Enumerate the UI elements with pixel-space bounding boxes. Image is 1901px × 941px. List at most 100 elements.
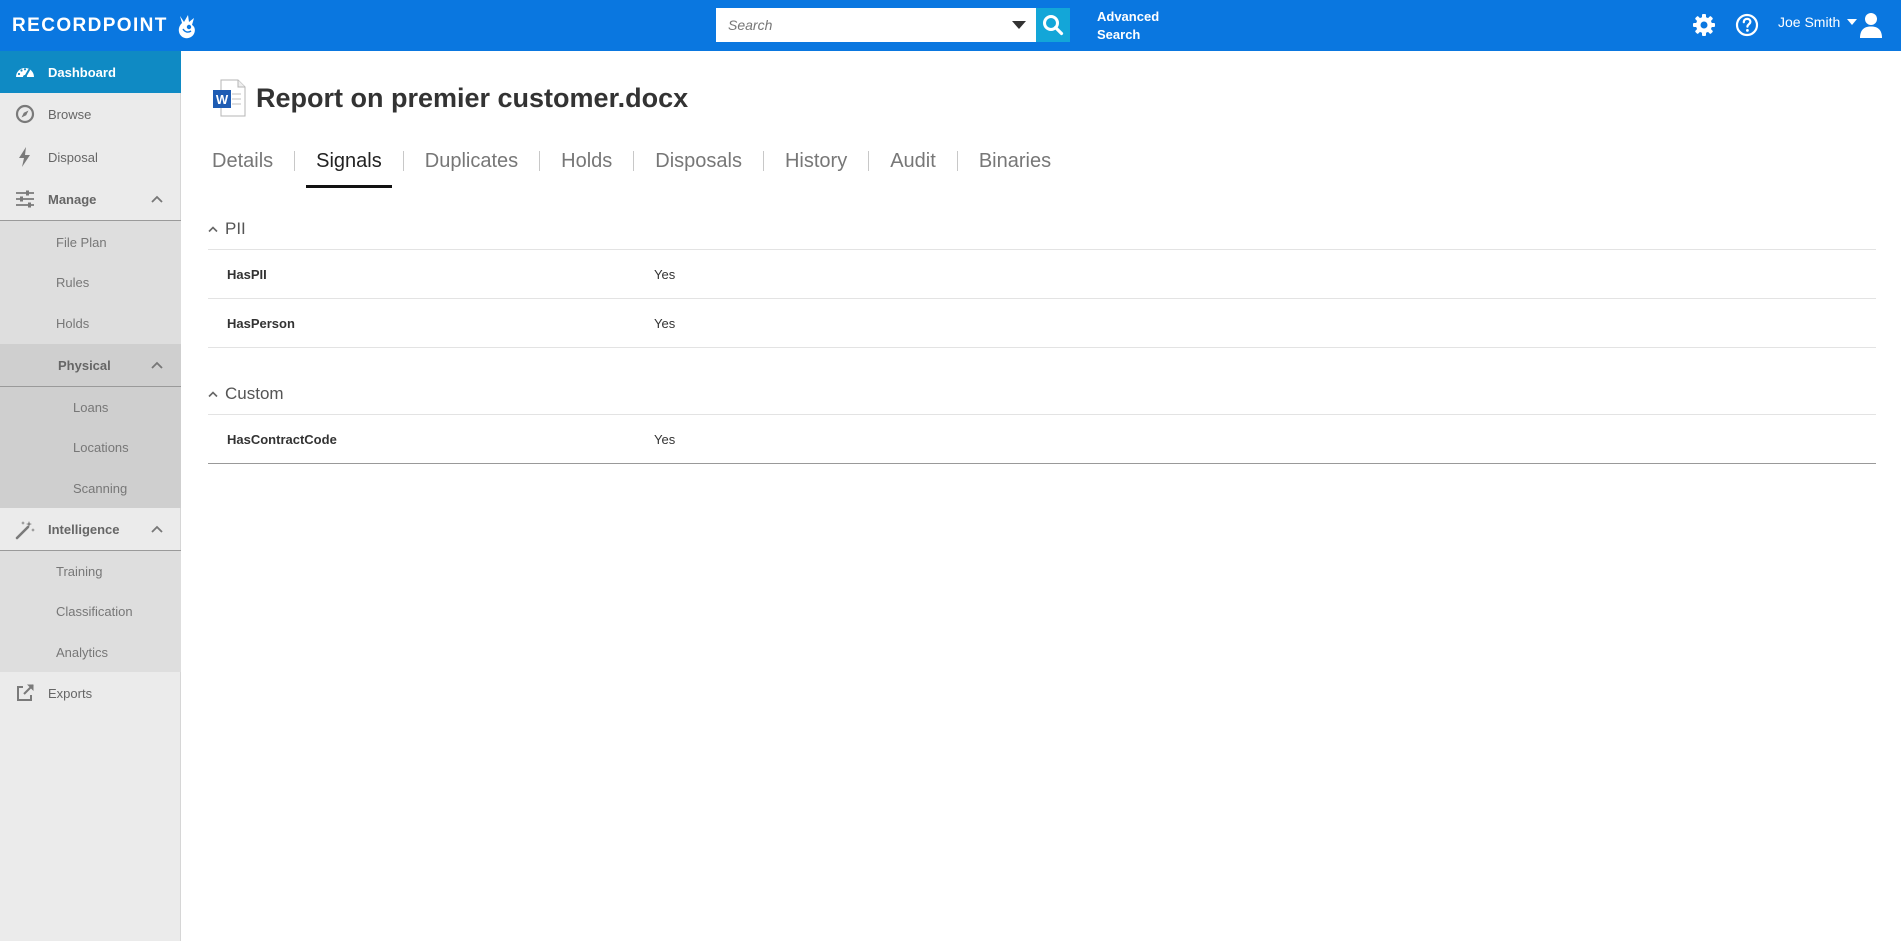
tab-binaries[interactable]: Binaries xyxy=(969,148,1061,188)
sidebar-item-label: Exports xyxy=(48,685,93,701)
tab-bar: Details Signals Duplicates Holds Disposa… xyxy=(202,148,1061,188)
dashboard-icon xyxy=(14,61,36,83)
logo[interactable]: RECORDPOINT xyxy=(12,12,200,40)
signal-value: Yes xyxy=(654,432,676,447)
tab-duplicates[interactable]: Duplicates xyxy=(415,148,528,188)
lightning-icon xyxy=(14,146,36,168)
advanced-search-line2: Search xyxy=(1097,27,1141,42)
tab-audit[interactable]: Audit xyxy=(880,148,946,188)
sidebar-item-label: Loans xyxy=(73,399,109,415)
signal-value: Yes xyxy=(654,316,676,331)
sidebar-item-label: Training xyxy=(56,563,103,579)
word-document-icon: W xyxy=(213,79,246,117)
section-header-custom[interactable]: Custom xyxy=(208,384,284,404)
logo-mascot-icon xyxy=(178,15,195,39)
sidebar-item-dashboard[interactable]: Dashboard xyxy=(0,51,181,93)
logo-text: RECORDPOINT xyxy=(12,15,168,36)
signal-name: HasContractCode xyxy=(227,432,337,447)
signal-row: HasPerson Yes xyxy=(208,299,1876,347)
divider xyxy=(208,463,1876,464)
section-title: PII xyxy=(225,219,246,238)
chevron-up-icon[interactable] xyxy=(151,194,163,204)
tab-separator xyxy=(868,151,870,171)
tab-separator xyxy=(762,151,764,171)
help-button[interactable] xyxy=(1734,12,1760,38)
sidebar-item-exports[interactable]: Exports xyxy=(0,672,181,714)
sidebar-item-loans[interactable]: Loans xyxy=(0,387,181,427)
signal-name: HasPerson xyxy=(227,316,295,331)
sidebar-item-scanning[interactable]: Scanning xyxy=(0,468,181,508)
advanced-search-link[interactable]: Advanced Search xyxy=(1097,8,1159,44)
search-box xyxy=(716,8,1036,42)
caret-down-icon xyxy=(1847,19,1858,25)
tab-separator xyxy=(956,151,958,171)
search-scope-dropdown[interactable] xyxy=(1006,8,1032,42)
compass-icon xyxy=(14,103,36,125)
sidebar: Dashboard Browse Disposal Manage File Pl… xyxy=(0,51,181,941)
sidebar-item-label: Holds xyxy=(56,315,90,331)
top-bar: RECORDPOINT Advanced Search xyxy=(0,0,1901,51)
caret-down-icon xyxy=(1012,20,1026,29)
chevron-up-icon[interactable] xyxy=(151,360,163,370)
sidebar-item-label: File Plan xyxy=(56,234,107,250)
sliders-icon xyxy=(14,188,36,210)
sidebar-item-label: Classification xyxy=(56,603,133,619)
sidebar-item-label: Browse xyxy=(48,106,92,122)
page-title: Report on premier customer.docx xyxy=(256,83,689,113)
chevron-up-icon xyxy=(208,391,218,398)
signal-row: HasPII Yes xyxy=(208,250,1876,298)
external-link-icon xyxy=(14,682,36,704)
doc-icon-letter: W xyxy=(216,92,229,107)
section-header-pii[interactable]: PII xyxy=(208,219,246,239)
sidebar-item-label: Disposal xyxy=(48,149,98,165)
settings-button[interactable] xyxy=(1691,12,1717,38)
sidebar-item-label: Locations xyxy=(73,439,129,455)
gear-icon xyxy=(1693,14,1715,36)
sidebar-item-file-plan[interactable]: File Plan xyxy=(0,222,181,262)
sidebar-group-intelligence[interactable]: Intelligence xyxy=(0,508,181,551)
divider xyxy=(208,347,1876,348)
signal-value: Yes xyxy=(654,267,676,282)
chevron-up-icon xyxy=(208,226,218,233)
advanced-search-line1: Advanced xyxy=(1097,9,1160,24)
sidebar-group-manage[interactable]: Manage xyxy=(0,178,181,220)
search-input[interactable] xyxy=(716,8,1036,42)
sidebar-item-classification[interactable]: Classification xyxy=(0,591,181,631)
search-icon xyxy=(1043,15,1064,36)
sidebar-group-physical[interactable]: Physical xyxy=(0,344,181,386)
sidebar-item-browse[interactable]: Browse xyxy=(0,93,181,135)
sidebar-item-label: Rules xyxy=(56,274,90,290)
sidebar-item-label: Analytics xyxy=(56,644,109,660)
sidebar-item-analytics[interactable]: Analytics xyxy=(0,632,181,672)
tab-details[interactable]: Details xyxy=(202,148,283,188)
tab-separator xyxy=(633,151,635,171)
main-content: W Report on premier customer.docx Detail… xyxy=(182,51,1901,941)
tab-separator xyxy=(402,151,404,171)
sidebar-item-holds[interactable]: Holds xyxy=(0,303,181,343)
search-button[interactable] xyxy=(1036,8,1070,42)
chevron-up-icon[interactable] xyxy=(151,524,163,534)
sidebar-item-label: Scanning xyxy=(73,480,128,496)
section-title: Custom xyxy=(225,384,284,403)
sidebar-item-rules[interactable]: Rules xyxy=(0,262,181,302)
sidebar-item-training[interactable]: Training xyxy=(0,551,181,591)
user-name: Joe Smith xyxy=(1778,14,1841,30)
signal-name: HasPII xyxy=(227,267,267,282)
sidebar-group-label: Physical xyxy=(58,357,111,373)
user-menu[interactable]: Joe Smith xyxy=(1778,14,1858,30)
signal-row: HasContractCode Yes xyxy=(208,415,1876,463)
sidebar-item-locations[interactable]: Locations xyxy=(0,427,181,467)
tab-disposals[interactable]: Disposals xyxy=(645,148,752,188)
tab-holds[interactable]: Holds xyxy=(551,148,622,188)
sidebar-group-label: Intelligence xyxy=(48,522,120,537)
sidebar-group-label: Manage xyxy=(48,191,97,207)
sidebar-item-label: Dashboard xyxy=(48,64,116,80)
tab-separator xyxy=(294,151,296,171)
sidebar-item-disposal[interactable]: Disposal xyxy=(0,136,181,178)
user-avatar-icon[interactable] xyxy=(1858,11,1884,39)
help-icon xyxy=(1735,13,1759,37)
tab-history[interactable]: History xyxy=(775,148,857,188)
magic-wand-icon xyxy=(14,519,36,541)
tab-signals[interactable]: Signals xyxy=(306,148,392,188)
tab-separator xyxy=(539,151,541,171)
